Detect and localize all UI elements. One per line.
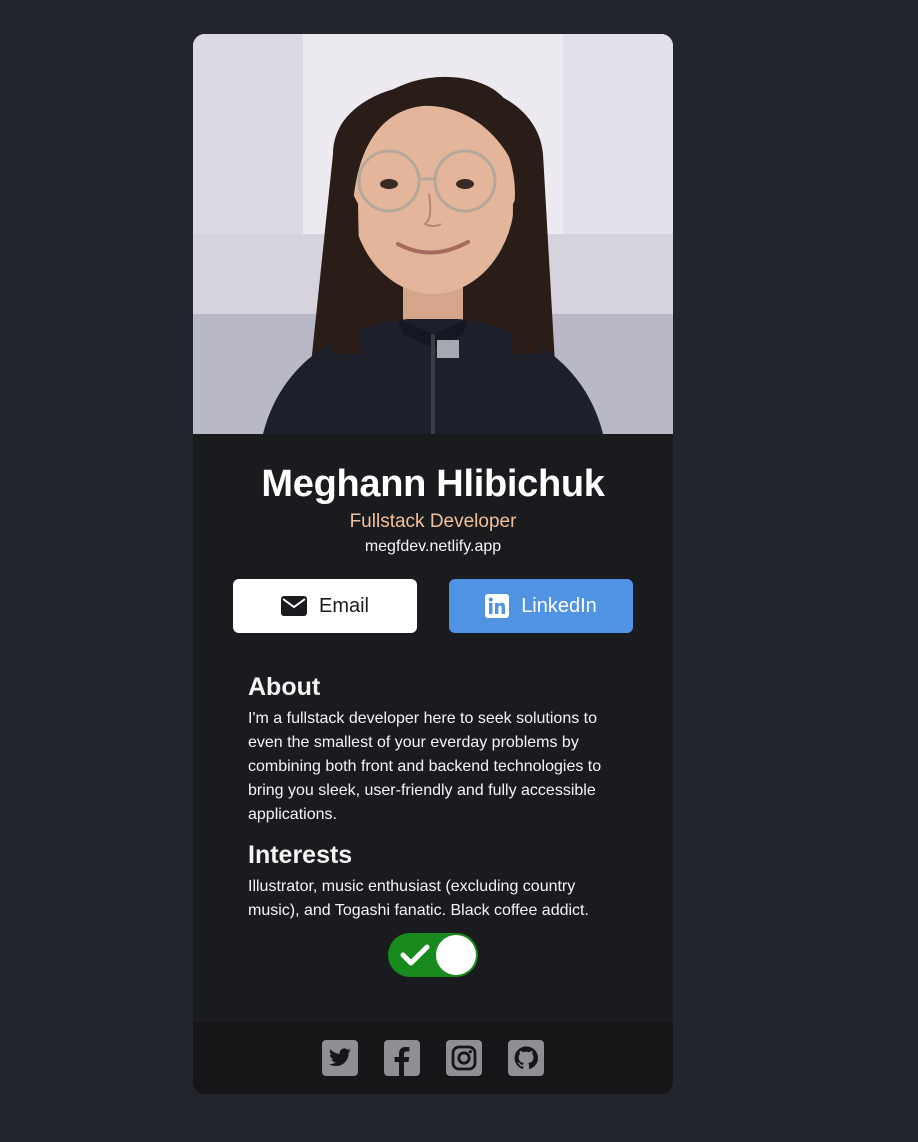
linkedin-button-label: LinkedIn	[521, 594, 597, 617]
about-heading: About	[248, 673, 321, 701]
theme-toggle[interactable]	[388, 933, 478, 977]
profile-title: Fullstack Developer	[349, 511, 517, 532]
github-icon[interactable]	[508, 1040, 544, 1076]
profile-card: Meghann Hlibichuk Fullstack Developer me…	[193, 34, 673, 1094]
profile-name: Meghann Hlibichuk	[261, 463, 605, 505]
profile-content: About I'm a fullstack developer here to …	[193, 633, 673, 923]
envelope-icon	[280, 596, 307, 616]
interests-text: Illustrator, music enthusiast (excluding…	[248, 878, 589, 919]
facebook-icon[interactable]	[384, 1040, 420, 1076]
checkmark-icon	[400, 943, 430, 972]
linkedin-icon	[485, 594, 510, 618]
toggle-knob	[436, 935, 476, 975]
toggle-container	[193, 933, 673, 977]
interests-heading: Interests	[248, 841, 353, 869]
profile-photo	[193, 34, 673, 434]
instagram-icon[interactable]	[446, 1040, 482, 1076]
profile-info: Meghann Hlibichuk Fullstack Developer me…	[193, 434, 673, 633]
linkedin-button[interactable]: LinkedIn	[449, 579, 633, 633]
social-footer	[193, 1022, 673, 1094]
profile-website[interactable]: megfdev.netlify.app	[193, 537, 673, 557]
twitter-icon[interactable]	[322, 1040, 358, 1076]
contact-buttons: Email LinkedIn	[193, 579, 673, 633]
email-button[interactable]: Email	[233, 579, 417, 633]
email-button-label: Email	[318, 594, 369, 617]
about-text: I'm a fullstack developer here to seek s…	[248, 710, 602, 823]
